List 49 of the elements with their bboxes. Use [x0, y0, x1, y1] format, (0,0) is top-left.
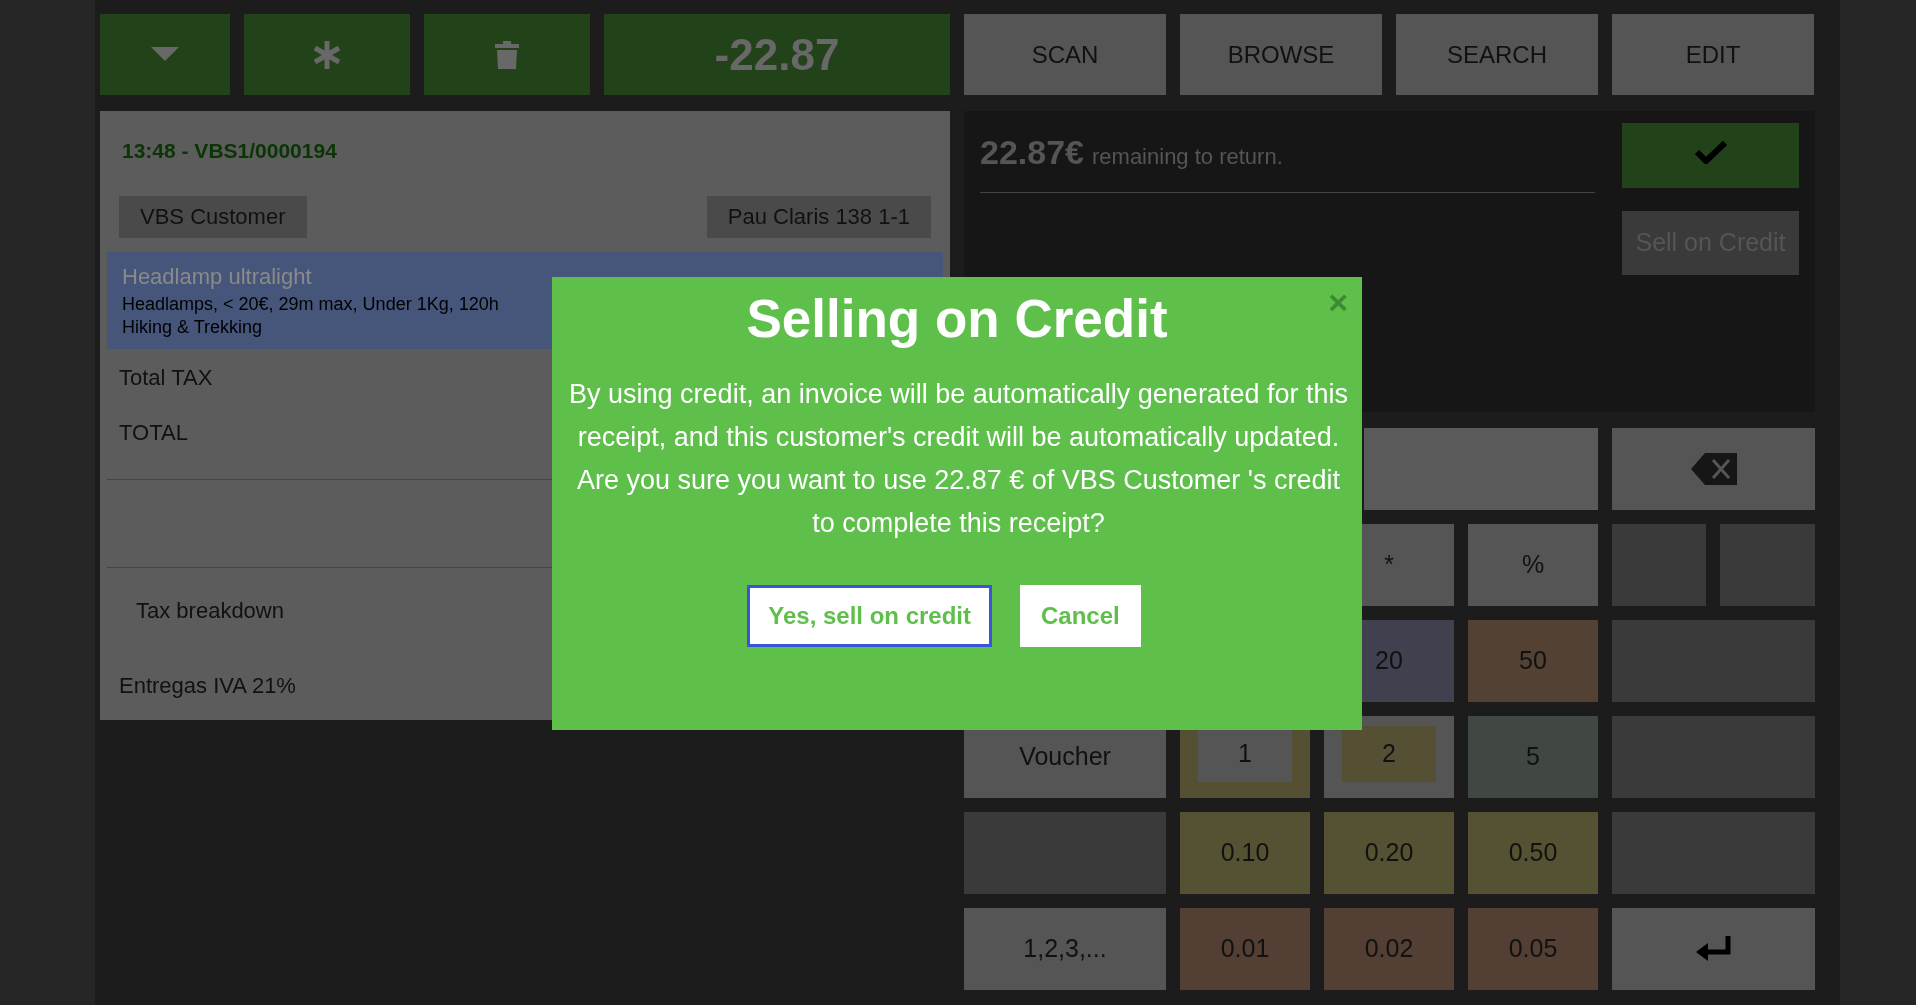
- close-button[interactable]: ×: [1328, 285, 1348, 319]
- blank-key[interactable]: [1612, 716, 1815, 798]
- blank-key[interactable]: [964, 812, 1166, 894]
- tax-row-text: Entregas IVA 21%: [119, 672, 296, 701]
- remaining-message: remaining to return.: [1092, 143, 1283, 171]
- modal-button[interactable]: Cancel: [1020, 585, 1141, 648]
- keypad-key[interactable]: 0.05: [1468, 908, 1598, 990]
- keypad-key[interactable]: 50: [1468, 620, 1598, 702]
- keypad-key[interactable]: %: [1468, 524, 1598, 606]
- keypad-key[interactable]: 0.02: [1324, 908, 1454, 990]
- nav-button[interactable]: SEARCH: [1396, 14, 1598, 95]
- confirm-button[interactable]: [1622, 123, 1799, 188]
- total-label: Total TAX: [119, 364, 213, 393]
- trash-button[interactable]: [424, 14, 590, 95]
- blank-key[interactable]: [1612, 812, 1815, 894]
- nav-button[interactable]: BROWSE: [1180, 14, 1382, 95]
- tax-breakdown-title: Tax breakdown: [136, 597, 284, 626]
- item-category: Hiking & Trekking: [122, 315, 263, 339]
- backspace-button[interactable]: [1612, 428, 1815, 510]
- caret-down-icon: [151, 46, 179, 63]
- item-details: Headlamps, < 20€, 29m max, Under 1Kg, 120h: [122, 292, 499, 316]
- enter-button[interactable]: [1612, 908, 1815, 990]
- trash-icon: [495, 40, 519, 69]
- modal-button[interactable]: Yes, sell on credit: [747, 585, 993, 648]
- check-icon: [1694, 140, 1727, 164]
- caret-down-button[interactable]: [100, 14, 230, 95]
- asterisk-button[interactable]: [244, 14, 410, 95]
- receipt-header: 13:48 - VBS1/0000194: [122, 138, 337, 164]
- total-button[interactable]: -22.87: [604, 14, 950, 95]
- customer-button[interactable]: VBS Customer: [119, 195, 307, 238]
- total-label: TOTAL: [119, 419, 188, 448]
- backspace-icon: [1690, 453, 1737, 485]
- blank-key[interactable]: [1720, 524, 1815, 606]
- enter-icon: [1695, 936, 1732, 962]
- nav-button[interactable]: EDIT: [1612, 14, 1814, 95]
- keypad-key[interactable]: 2: [1324, 716, 1454, 798]
- amount-field[interactable]: [1364, 428, 1598, 510]
- blank-key[interactable]: [1612, 620, 1815, 702]
- keypad-key[interactable]: 0.20: [1324, 812, 1454, 894]
- keypad-key[interactable]: 0.50: [1468, 812, 1598, 894]
- nav-button[interactable]: SCAN: [964, 14, 1166, 95]
- blank-key[interactable]: [1612, 524, 1706, 606]
- keypad-key[interactable]: 1,2,3,...: [964, 908, 1166, 990]
- item-name: Headlamp ultralight: [122, 262, 312, 291]
- remaining-amount: 22.87€: [980, 132, 1084, 173]
- asterisk-icon: [313, 39, 341, 70]
- keypad-key[interactable]: 0.10: [1180, 812, 1310, 894]
- keypad-key[interactable]: 0.01: [1180, 908, 1310, 990]
- address-button[interactable]: Pau Claris 138 1-1: [706, 195, 931, 238]
